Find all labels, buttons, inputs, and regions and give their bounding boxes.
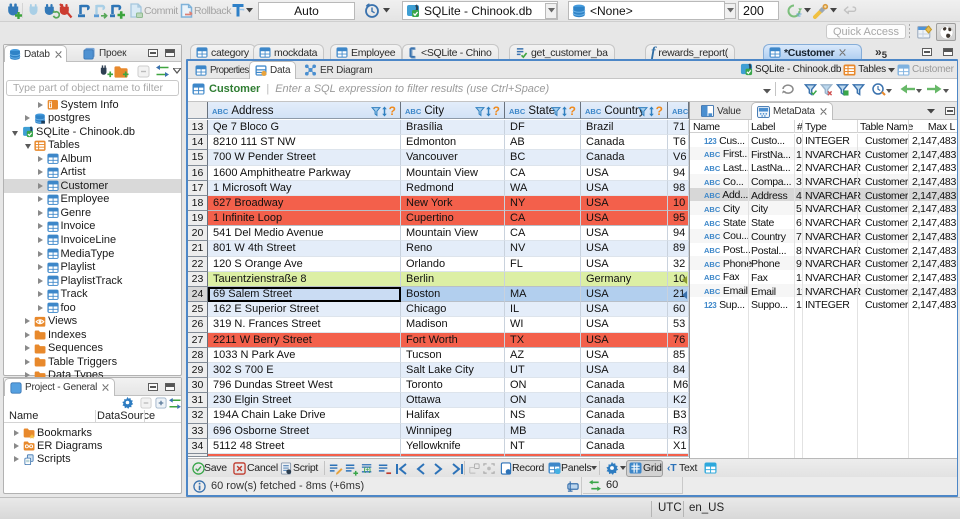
svg-text:(+): (+)	[364, 466, 371, 473]
